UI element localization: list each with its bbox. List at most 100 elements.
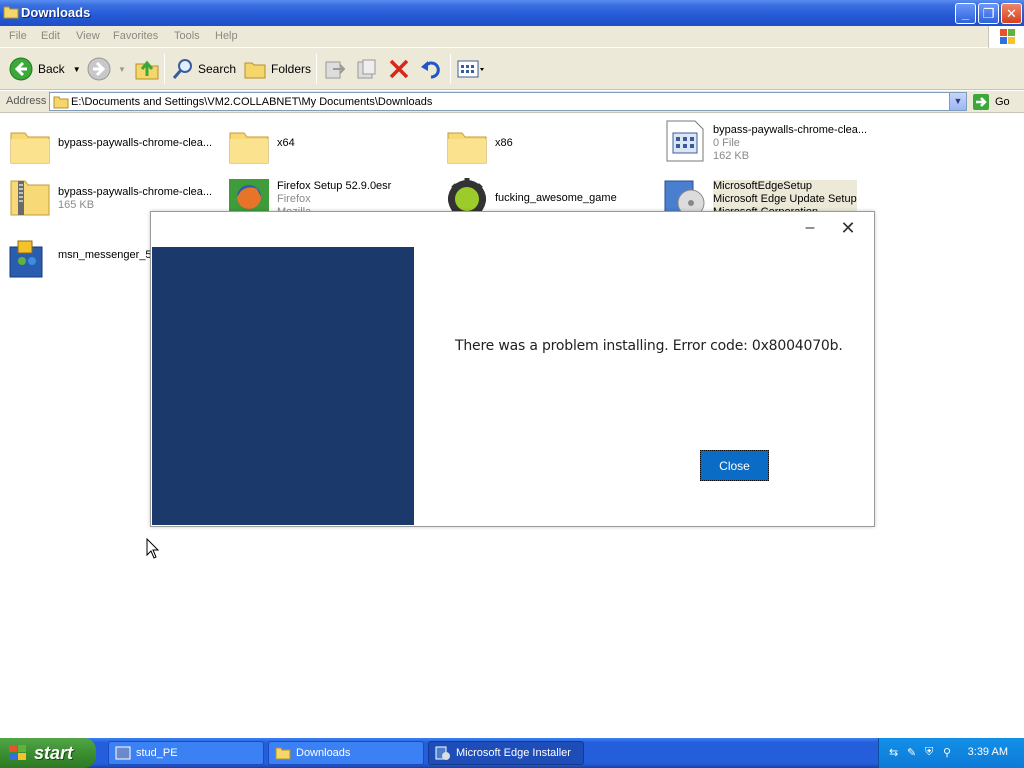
menu-help[interactable]: Help	[215, 30, 238, 42]
copy-to-button[interactable]	[355, 56, 379, 82]
address-path: E:\Documents and Settings\VM2.COLLABNET\…	[71, 96, 433, 108]
copy-to-icon	[357, 59, 376, 79]
file-size: 162 KB	[713, 150, 750, 162]
shield-icon[interactable]: ⛨	[925, 746, 933, 759]
file-type: 0 File	[713, 137, 740, 149]
maximize-button[interactable]: ❐	[978, 3, 999, 24]
dialog-minimize-button[interactable]: –	[801, 220, 819, 238]
undo-button[interactable]	[419, 56, 443, 82]
dialog-title-bar[interactable]: – ✕	[151, 212, 874, 247]
back-label: Back	[38, 62, 65, 76]
windows-logo-icon	[988, 26, 1024, 48]
toolbar: Back ▼ ▼ Search Folders	[0, 48, 1024, 90]
file-item[interactable]: bypass-paywalls-chrome-clea... 0 File 16…	[663, 119, 867, 169]
menu-file[interactable]: File	[9, 30, 27, 42]
views-icon	[457, 60, 484, 78]
task-label: Downloads	[296, 747, 351, 759]
file-icon	[666, 120, 704, 162]
task-label: Microsoft Edge Installer	[456, 747, 571, 759]
installer-icon	[435, 746, 450, 760]
file-name: bypass-paywalls-chrome-clea...	[58, 186, 213, 198]
start-button[interactable]: start	[0, 738, 96, 768]
app-icon	[115, 746, 131, 760]
file-item[interactable]: x64	[227, 123, 295, 173]
file-name: x64	[277, 137, 295, 149]
file-description: Firefox	[277, 193, 311, 205]
file-name: bypass-paywalls-chrome-clea...	[713, 124, 868, 136]
go-label: Go	[995, 96, 1010, 108]
file-item[interactable]: bypass-paywalls-chrome-clea...	[8, 123, 212, 173]
back-arrow-icon	[9, 57, 33, 81]
minimize-button[interactable]: _	[955, 3, 976, 24]
forward-arrow-icon	[87, 57, 111, 81]
menu-tools[interactable]: Tools	[174, 30, 200, 42]
back-button[interactable]: Back ▼	[8, 56, 81, 82]
title-bar[interactable]: Downloads _ ❐ ✕	[0, 0, 1024, 26]
clock: 3:39 AM	[967, 746, 1008, 758]
folders-icon	[244, 62, 266, 79]
task-label: stud_PE	[136, 747, 178, 759]
file-name: MicrosoftEdgeSetup	[713, 180, 813, 192]
search-button[interactable]: Search	[171, 56, 236, 82]
undo-icon	[421, 61, 440, 79]
taskbar-item-stud-pe[interactable]: stud_PE	[108, 741, 264, 765]
menu-view[interactable]: View	[76, 30, 100, 42]
forward-dropdown-icon[interactable]: ▼	[118, 65, 126, 74]
move-to-icon	[325, 61, 346, 79]
address-bar: Address E:\Documents and Settings\VM2.CO…	[0, 91, 1024, 113]
folder-icon	[229, 132, 269, 164]
up-folder-button[interactable]	[134, 56, 160, 82]
address-field[interactable]: E:\Documents and Settings\VM2.COLLABNET\…	[49, 92, 967, 111]
file-name: Firefox Setup 52.9.0esr	[277, 180, 392, 192]
windows-flag-icon	[9, 745, 26, 760]
file-item[interactable]: msn_messenger_5	[8, 237, 152, 287]
views-button[interactable]	[456, 56, 484, 82]
move-to-button[interactable]	[323, 56, 347, 82]
taskbar-item-edge-installer[interactable]: Microsoft Edge Installer	[428, 741, 584, 765]
search-label: Search	[198, 62, 237, 76]
file-name: fucking_awesome_game	[495, 192, 617, 204]
window-title: Downloads	[21, 5, 91, 20]
search-icon[interactable]: ⚲	[943, 746, 951, 759]
menu-edit[interactable]: Edit	[41, 30, 60, 42]
file-name: msn_messenger_5	[58, 249, 152, 261]
folders-label: Folders	[271, 62, 312, 76]
start-label: start	[34, 742, 74, 763]
file-item[interactable]: x86	[445, 123, 513, 173]
dialog-side-panel	[152, 247, 414, 525]
address-label: Address	[6, 95, 47, 107]
folders-button[interactable]: Folders	[243, 56, 311, 82]
delete-x-icon	[389, 59, 409, 79]
file-name: bypass-paywalls-chrome-clea...	[58, 137, 213, 149]
menu-bar: File Edit View Favorites Tools Help	[0, 26, 1024, 48]
taskbar-item-downloads[interactable]: Downloads	[268, 741, 424, 765]
folder-icon	[275, 747, 291, 760]
close-button[interactable]: ✕	[1001, 3, 1022, 24]
file-name: x86	[495, 137, 513, 149]
go-arrow-icon	[973, 94, 989, 110]
forward-button[interactable]: ▼	[86, 56, 126, 82]
file-description: Microsoft Edge Update Setup	[713, 193, 857, 205]
mouse-cursor-icon	[146, 538, 160, 559]
error-message: There was a problem installing. Error co…	[455, 338, 843, 354]
folder-icon	[10, 132, 50, 164]
go-button[interactable]: Go	[972, 93, 1010, 111]
folder-icon	[53, 96, 69, 109]
address-dropdown-icon[interactable]: ▼	[949, 93, 966, 110]
tools-icon[interactable]: ✎	[907, 746, 916, 759]
delete-button[interactable]	[387, 56, 411, 82]
taskbar: start stud_PE Downloads Microsoft Edge I…	[0, 738, 1024, 768]
edge-installer-dialog: – ✕ There was a problem installing. Erro…	[150, 211, 875, 527]
folder-icon	[447, 132, 487, 164]
zip-folder-icon	[10, 180, 50, 216]
up-folder-icon	[135, 60, 159, 80]
folder-icon	[3, 6, 19, 19]
menu-favorites[interactable]: Favorites	[113, 30, 158, 42]
search-icon	[172, 59, 192, 79]
msn-installer-icon	[9, 240, 43, 278]
network-icon[interactable]: ⇆	[889, 746, 898, 759]
close-dialog-button[interactable]: Close	[700, 450, 769, 481]
dialog-close-icon[interactable]: ✕	[839, 219, 857, 238]
back-dropdown-icon[interactable]: ▼	[73, 65, 81, 74]
system-tray: ⇆ ✎ ⛨ ⚲ 3:39 AM	[878, 738, 1024, 768]
